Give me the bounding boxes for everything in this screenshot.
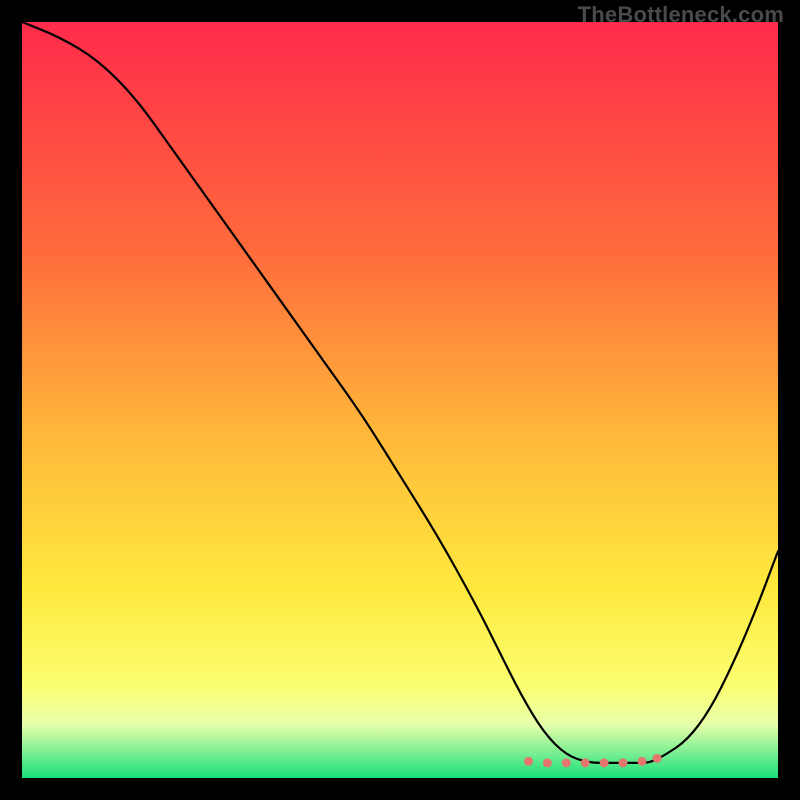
chart-frame: TheBottleneck.com [0,0,800,800]
chart-plot-area [22,22,778,778]
optimal-marker [600,758,609,767]
optimal-marker [562,758,571,767]
chart-svg [22,22,778,778]
optimal-marker [524,757,533,766]
optimal-marker [637,757,646,766]
optimal-marker [653,754,662,763]
optimal-marker [581,758,590,767]
optimal-marker [619,758,628,767]
optimal-marker [543,758,552,767]
